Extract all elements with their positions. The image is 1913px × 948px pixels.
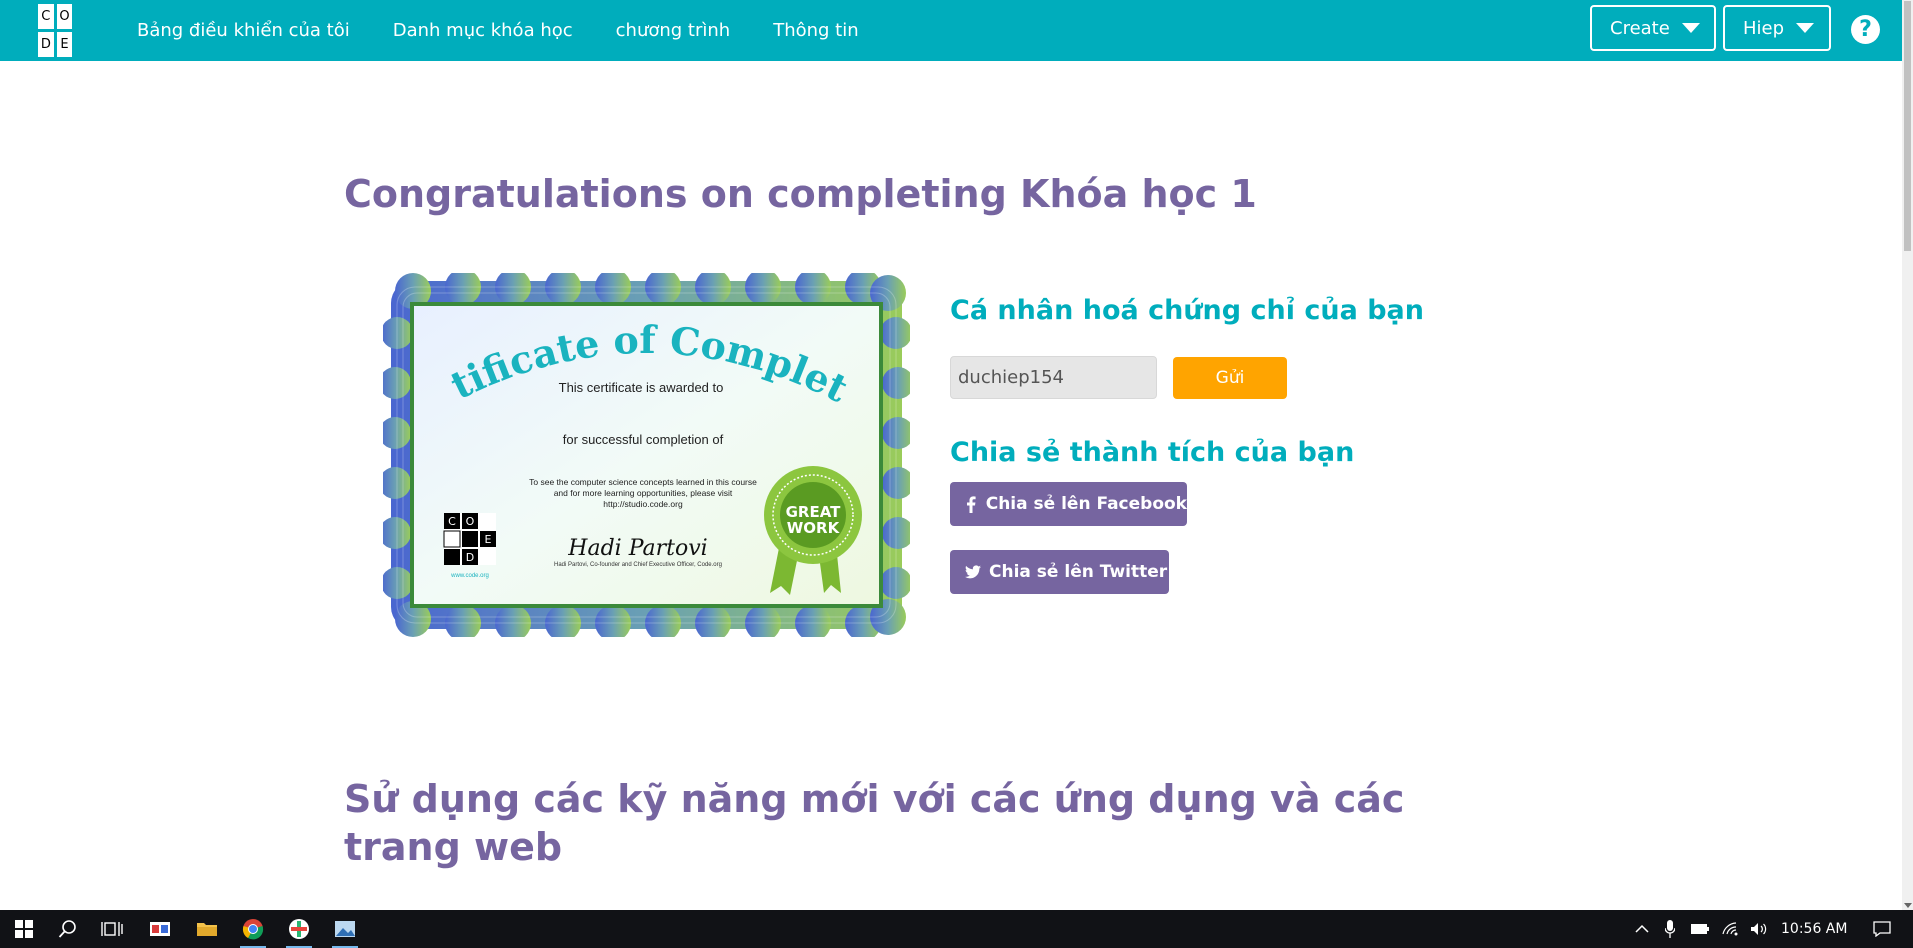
- taskbar-clock[interactable]: 10:56 AM: [1781, 910, 1847, 948]
- certificate-note-2: and for more learning opportunities, ple…: [554, 488, 733, 498]
- microphone-icon[interactable]: [1660, 910, 1680, 948]
- user-name: Hiep: [1743, 17, 1785, 39]
- certificate-awarded-text: This certificate is awarded to: [559, 380, 724, 395]
- snipping-tool-icon[interactable]: [144, 910, 176, 948]
- create-dropdown[interactable]: Create: [1590, 5, 1716, 51]
- windows-taskbar: 10:56 AM: [0, 910, 1913, 948]
- certificate-signature: Hadi Partovi: [567, 536, 707, 561]
- photos-icon[interactable]: [329, 910, 361, 948]
- nav-item-course-catalog[interactable]: Danh mục khóa học: [393, 20, 573, 41]
- logo-letter-o: O: [56, 4, 73, 29]
- section-heading: Sử dụng các kỹ năng mới với các ứng dụng…: [344, 777, 1405, 869]
- volume-icon[interactable]: [1748, 910, 1770, 948]
- share-facebook-button[interactable]: Chia sẻ lên Facebook: [950, 482, 1187, 526]
- scroll-down-arrow-icon[interactable]: [1904, 903, 1912, 908]
- twitter-icon: [965, 565, 981, 579]
- certificate-name-input[interactable]: [950, 356, 1157, 399]
- top-nav-bar: C O D E Bảng điều khiển của tôi Danh mục…: [0, 0, 1902, 61]
- submit-name-button[interactable]: Gửi: [1173, 357, 1287, 399]
- certificate-signer: Hadi Partovi, Co-founder and Chief Execu…: [554, 562, 722, 568]
- logo-letter-c: C: [38, 4, 54, 29]
- share-title: Chia sẻ thành tích của bạn: [950, 437, 1355, 468]
- certificate-completion-text: for successful completion of: [563, 432, 724, 447]
- caret-down-icon: [1796, 23, 1815, 33]
- chrome-icon[interactable]: [237, 910, 269, 948]
- share-twitter-button[interactable]: Chia sẻ lên Twitter: [950, 550, 1169, 594]
- create-label: Create: [1610, 17, 1670, 39]
- certificate-note-3: http://studio.code.org: [603, 499, 683, 509]
- wifi-icon[interactable]: [1720, 910, 1742, 948]
- search-icon[interactable]: [52, 910, 84, 948]
- svg-text:WORK: WORK: [787, 519, 841, 537]
- logo-blank: [75, 32, 91, 57]
- windows-start-icon[interactable]: [8, 910, 40, 948]
- personalize-title: Cá nhân hoá chứng chỉ của bạn: [950, 295, 1425, 326]
- code-org-logo[interactable]: C O D E: [38, 4, 91, 57]
- share-twitter-label: Chia sẻ lên Twitter: [989, 562, 1168, 582]
- page-title: Congratulations on completing Khóa học 1: [344, 172, 1257, 216]
- nav-item-dashboard[interactable]: Bảng điều khiển của tôi: [137, 20, 350, 41]
- logo-letter-d: D: [38, 32, 54, 57]
- share-facebook-label: Chia sẻ lên Facebook: [985, 494, 1187, 514]
- caret-down-icon: [1681, 23, 1700, 33]
- svg-text:E: E: [485, 533, 492, 546]
- page-scrollbar[interactable]: [1902, 0, 1913, 910]
- help-icon[interactable]: ?: [1851, 15, 1880, 44]
- svg-text:www.code.org: www.code.org: [450, 573, 489, 579]
- user-menu-dropdown[interactable]: Hiep: [1723, 5, 1831, 51]
- chevron-up-icon[interactable]: [1632, 910, 1652, 948]
- logo-blank: [75, 4, 91, 29]
- logo-letter-e: E: [56, 32, 73, 57]
- scrollbar-thumb[interactable]: [1904, 1, 1911, 251]
- main-nav: Bảng điều khiển của tôi Danh mục khóa họ…: [137, 0, 859, 61]
- nav-item-about[interactable]: Thông tin: [773, 20, 858, 41]
- certificate-image: Certificate of Completion This certifica…: [383, 273, 910, 637]
- svg-text:D: D: [466, 551, 474, 564]
- file-explorer-icon[interactable]: [191, 910, 223, 948]
- nav-item-projects[interactable]: chương trình: [616, 20, 731, 41]
- app-icon[interactable]: [283, 910, 315, 948]
- battery-icon[interactable]: [1688, 910, 1712, 948]
- svg-text:O: O: [466, 515, 475, 528]
- svg-text:C: C: [448, 515, 456, 528]
- certificate-note-1: To see the computer science concepts lea…: [529, 477, 757, 487]
- notification-center-icon[interactable]: [1868, 910, 1896, 948]
- task-view-icon[interactable]: [96, 910, 128, 948]
- facebook-icon: [965, 495, 978, 513]
